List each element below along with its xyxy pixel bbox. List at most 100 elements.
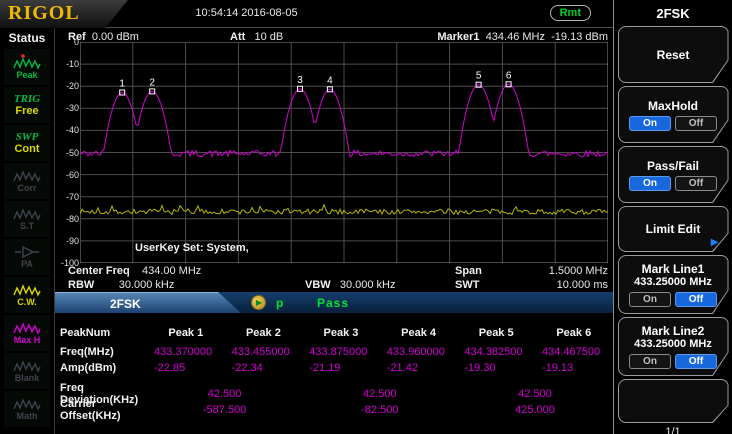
center-freq-readout: Center Freq 434.00 MHz [68,265,201,277]
y-tick-label: 0 [56,37,79,47]
vbw-readout: VBW 30.000 kHz [305,279,396,291]
peak-value: 433.960000 [380,346,458,358]
softkey-maxhold[interactable]: MaxHoldOnOff [618,86,729,143]
vbw-value: 30.000 kHz [340,279,396,291]
spectrum-plot-svg: 123456 [80,42,608,263]
mark-line2-on-button[interactable]: On [629,354,671,369]
peak-value: 433.875000 [302,346,380,358]
softkey-value: 433.25000 MHz [634,276,712,289]
spectrum-analyzer-screen: RIGOL 10:54:14 2016-08-05 Rmt Status Pea… [0,0,732,434]
swt-label: SWT [455,279,479,291]
status-cw: C.W. [4,277,50,313]
maxhold-off-button[interactable]: Off [675,116,717,131]
remote-mode-badge: Rmt [550,5,591,21]
status-panel-title: Status [9,31,46,45]
status-pa: PA [4,239,50,275]
softkey-value: 433.25000 MHz [634,338,712,351]
peak-column-header: Peak 3 [302,327,380,339]
y-tick-label: -20 [56,81,79,91]
peak-pair-value: -587.500 [147,404,302,416]
span-value: 1.5000 MHz [549,265,608,277]
row-label: Amp(dBm) [55,362,147,374]
submenu-arrow-icon: ▶ [711,237,719,248]
y-tick-label: -50 [56,148,79,158]
peak-pair-value: 42.500 [147,388,302,400]
passfail-off-button[interactable]: Off [675,176,717,191]
mark-line1-on-button[interactable]: On [629,292,671,307]
peak-marker-number: 1 [119,79,125,90]
maxhold-on-button[interactable]: On [629,116,671,131]
peak-pair-value: 42.500 [457,388,612,400]
y-tick-label: -10 [56,59,79,69]
measurement-tab-label: 2FSK [110,297,141,311]
row-label: Carrier Offset(KHz) [55,398,147,422]
waveform-icon [13,321,41,335]
y-tick-label: -90 [56,236,79,246]
peak-column-header: Peak 1 [147,327,225,339]
peak-value: -21.19 [302,362,380,374]
peak-table-corner-header: PeakNum [55,327,147,339]
status-corr: Corr [4,163,50,199]
waveform-icon [13,397,41,411]
passfail-on-button[interactable]: On [629,176,671,191]
measurement-result-bar: 2FSK ▶ p Pass [55,292,613,313]
waveform-icon [13,56,41,70]
mark-line2-off-button[interactable]: Off [675,354,717,369]
waveform-icon [13,283,41,297]
peak-pair-value: 42.500 [302,388,457,400]
span-label: Span [455,265,482,277]
center-freq-value: 434.00 MHz [142,265,201,277]
peak-marker-number: 3 [297,75,303,86]
rbw-readout: RBW 30.000 kHz [68,279,174,291]
menu-page-indicator: 1/1 [665,426,680,434]
peak-value: 434.467500 [535,346,613,358]
softkey-limit-edit[interactable]: Limit Edit▶ [618,206,729,252]
softkey-passfail[interactable]: Pass/FailOnOff [618,146,729,203]
status-trig: TRIG Free [4,87,50,123]
top-bar: RIGOL 10:54:14 2016-08-05 Rmt [0,0,613,28]
y-tick-label: -30 [56,103,79,113]
menu-title: 2FSK [656,6,689,21]
peak-marker-number: 2 [149,77,155,88]
softkey-reset[interactable]: Reset [618,26,729,83]
spectrum-plot: 123456 0-10-20-30-40-50-60-70-80-90-100 … [80,42,608,263]
play-icon[interactable]: ▶ [251,295,266,310]
softkey-mark-line2[interactable]: Mark Line2433.25000 MHzOnOff [618,317,729,376]
peak-value: -19.13 [535,362,613,374]
peak-column-header: Peak 2 [225,327,303,339]
softkey-menu: 2FSK ResetMaxHoldOnOffPass/FailOnOffLimi… [613,0,732,434]
status-swp: SWP Cont [4,125,50,161]
status-item-list: PeakTRIG FreeSWP Cont Corr S.T PA C.W. M… [4,49,50,429]
y-tick-label: -70 [56,192,79,202]
menu-item-list: ResetMaxHoldOnOffPass/FailOnOffLimit Edi… [618,26,729,426]
pass-status: Pass [317,296,349,310]
status-math: Math [4,391,50,427]
y-tick-label: -60 [56,170,79,180]
peak-pair-value: 425.000 [457,404,612,416]
rbw-label: RBW [68,279,94,291]
peak-value: -22.34 [225,362,303,374]
waveform-icon [13,207,41,221]
vbw-label: VBW [305,279,331,291]
userkey-message: UserKey Set: System, [135,242,249,254]
status-panel: Status PeakTRIG FreeSWP Cont Corr S.T PA… [0,28,55,434]
pass-flag-letter: p [276,296,283,310]
peak-value: -22.85 [147,362,225,374]
amplifier-icon [13,245,41,259]
peak-marker-number: 6 [506,70,512,81]
peak-column-header: Peak 4 [380,327,458,339]
softkey-blank-key [618,379,729,423]
y-tick-label: -80 [56,214,79,224]
row-label: Freq(MHz) [55,346,147,358]
peak-value: -21.42 [380,362,458,374]
peak-column-header: Peak 5 [457,327,535,339]
peak-marker-number: 5 [476,71,482,82]
status-st: S.T [4,201,50,237]
center-freq-label: Center Freq [68,265,130,277]
clock: 10:54:14 2016-08-05 [0,7,493,19]
peak-value: -19.30 [457,362,535,374]
mark-line1-off-button[interactable]: Off [675,292,717,307]
softkey-mark-line1[interactable]: Mark Line1433.25000 MHzOnOff [618,255,729,314]
swt-value: 10.000 ms [557,279,608,291]
peak-value: 433.455000 [225,346,303,358]
